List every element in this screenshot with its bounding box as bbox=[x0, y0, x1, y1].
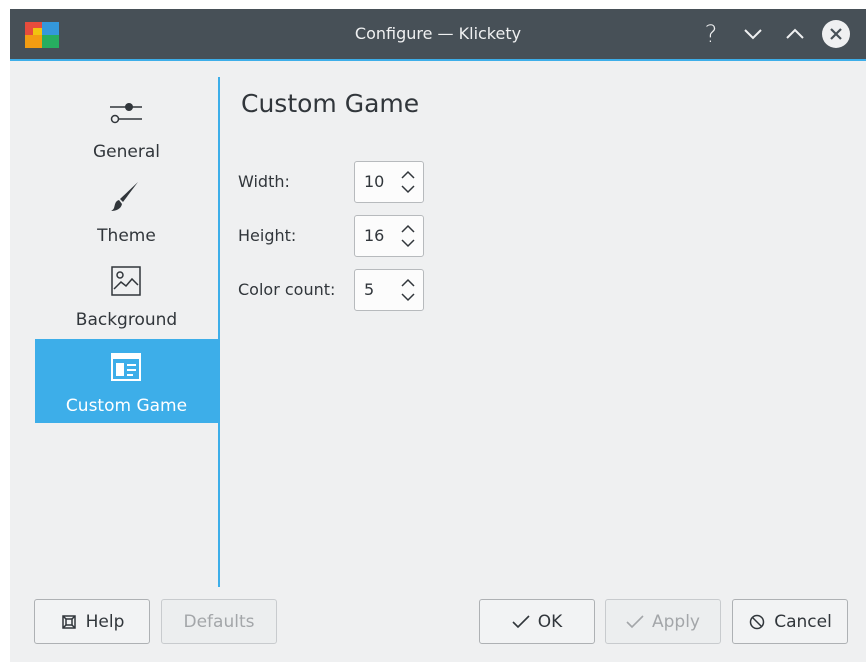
color-count-spinbox[interactable]: 5 bbox=[354, 269, 424, 311]
sidebar-item-label: General bbox=[93, 142, 160, 162]
cancel-button-label: Cancel bbox=[774, 611, 832, 632]
title-bar[interactable]: Configure — Klickety ? bbox=[10, 9, 866, 61]
configure-dialog: Configure — Klickety ? General Theme Bac… bbox=[10, 9, 866, 662]
width-label: Width: bbox=[238, 172, 290, 191]
width-value[interactable]: 10 bbox=[364, 162, 384, 202]
checkmark-icon bbox=[512, 613, 530, 631]
defaults-button-label: Defaults bbox=[183, 611, 255, 632]
spin-arrows-icon[interactable] bbox=[400, 277, 416, 303]
color-count-value[interactable]: 5 bbox=[364, 270, 374, 310]
checkmark-icon bbox=[626, 613, 644, 631]
sidebar-item-custom-game[interactable]: Custom Game bbox=[35, 339, 218, 423]
height-label: Height: bbox=[238, 226, 297, 245]
cancel-icon bbox=[748, 613, 766, 631]
apply-button[interactable]: Apply bbox=[605, 599, 721, 644]
sidebar-item-general[interactable]: General bbox=[35, 85, 218, 169]
minimize-button[interactable] bbox=[738, 19, 768, 49]
lifebuoy-icon bbox=[60, 613, 78, 631]
sidebar-item-label: Custom Game bbox=[65, 396, 188, 416]
help-question-button[interactable]: ? bbox=[696, 19, 726, 49]
close-button[interactable] bbox=[821, 19, 851, 49]
help-button-label: Help bbox=[85, 611, 125, 632]
color-count-label: Color count: bbox=[238, 280, 336, 299]
sidebar-item-label: Background bbox=[75, 310, 178, 330]
cancel-button[interactable]: Cancel bbox=[732, 599, 848, 644]
paintbrush-icon bbox=[108, 179, 144, 215]
sliders-icon bbox=[108, 95, 144, 131]
close-circle-icon bbox=[822, 20, 850, 48]
window-layout-icon bbox=[108, 349, 144, 385]
help-button[interactable]: Help bbox=[34, 599, 150, 644]
question-mark-icon: ? bbox=[704, 20, 718, 48]
height-spinbox[interactable]: 16 bbox=[354, 215, 424, 257]
apply-button-label: Apply bbox=[652, 611, 700, 632]
defaults-button[interactable]: Defaults bbox=[161, 599, 277, 644]
spin-arrows-icon[interactable] bbox=[400, 169, 416, 195]
chevron-up-icon bbox=[786, 28, 804, 39]
chevron-down-icon bbox=[744, 29, 762, 40]
sidebar-item-background[interactable]: Background bbox=[35, 253, 218, 337]
width-spinbox[interactable]: 10 bbox=[354, 161, 424, 203]
maximize-button[interactable] bbox=[780, 19, 810, 49]
page-title: Custom Game bbox=[241, 89, 420, 118]
height-value[interactable]: 16 bbox=[364, 216, 384, 256]
spin-arrows-icon[interactable] bbox=[400, 223, 416, 249]
ok-button[interactable]: OK bbox=[479, 599, 595, 644]
sidebar: General Theme Background Custom Game bbox=[35, 77, 220, 587]
image-icon bbox=[108, 263, 144, 299]
sidebar-item-label: Theme bbox=[97, 226, 156, 246]
ok-button-label: OK bbox=[537, 611, 563, 632]
sidebar-item-theme[interactable]: Theme bbox=[35, 169, 218, 253]
